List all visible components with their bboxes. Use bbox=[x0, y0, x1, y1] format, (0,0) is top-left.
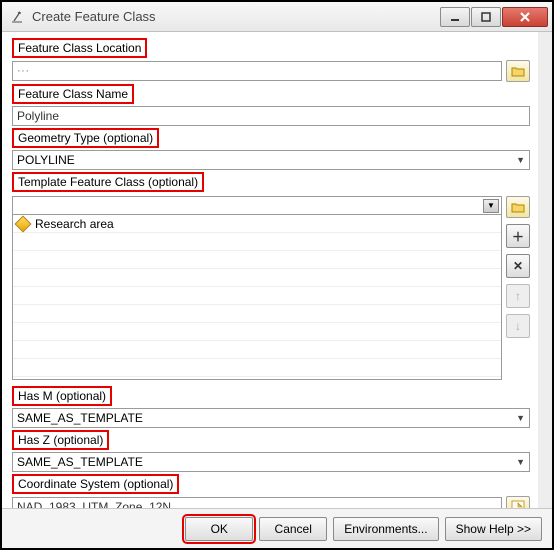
add-button[interactable]: ＋ bbox=[506, 224, 530, 248]
has-z-value: SAME_AS_TEMPLATE bbox=[17, 455, 143, 469]
arrow-down-icon: ↓ bbox=[515, 319, 521, 333]
browse-location-button[interactable] bbox=[506, 60, 530, 82]
label-has-z: Has Z (optional) bbox=[12, 430, 109, 450]
feature-class-icon bbox=[15, 215, 32, 232]
close-button[interactable] bbox=[502, 7, 548, 27]
has-m-select[interactable]: SAME_AS_TEMPLATE ▼ bbox=[12, 408, 530, 428]
move-down-button[interactable]: ↓ bbox=[506, 314, 530, 338]
window-title: Create Feature Class bbox=[32, 9, 439, 24]
geometry-value: POLYLINE bbox=[17, 153, 75, 167]
dialog-footer: OK Cancel Environments... Show Help >> bbox=[2, 508, 552, 548]
label-location: Feature Class Location bbox=[12, 38, 147, 58]
has-z-select[interactable]: SAME_AS_TEMPLATE ▼ bbox=[12, 452, 530, 472]
template-combo[interactable]: ▼ bbox=[13, 197, 501, 215]
maximize-button[interactable] bbox=[471, 7, 501, 27]
folder-icon bbox=[511, 65, 525, 77]
has-m-value: SAME_AS_TEMPLATE bbox=[17, 411, 143, 425]
list-item-label: Research area bbox=[35, 217, 114, 231]
chevron-down-icon: ▼ bbox=[483, 199, 499, 213]
ok-button[interactable]: OK bbox=[185, 517, 253, 541]
chevron-down-icon: ▼ bbox=[516, 155, 525, 165]
plus-icon: ＋ bbox=[512, 228, 524, 245]
x-icon: ✕ bbox=[513, 259, 523, 273]
label-template: Template Feature Class (optional) bbox=[12, 172, 204, 192]
label-coord: Coordinate System (optional) bbox=[12, 474, 179, 494]
remove-button[interactable]: ✕ bbox=[506, 254, 530, 278]
label-has-m: Has M (optional) bbox=[12, 386, 112, 406]
coord-input[interactable] bbox=[12, 497, 502, 508]
properties-icon bbox=[511, 500, 525, 508]
arrow-up-icon: ↑ bbox=[515, 289, 521, 303]
geometry-select[interactable]: POLYLINE ▼ bbox=[12, 150, 530, 170]
environments-button[interactable]: Environments... bbox=[333, 517, 438, 541]
chevron-down-icon: ▼ bbox=[516, 413, 525, 423]
label-geometry: Geometry Type (optional) bbox=[12, 128, 159, 148]
list-item[interactable]: Research area bbox=[13, 215, 501, 233]
location-input[interactable] bbox=[12, 61, 502, 81]
move-up-button[interactable]: ↑ bbox=[506, 284, 530, 308]
coord-properties-button[interactable] bbox=[506, 496, 530, 508]
show-help-button[interactable]: Show Help >> bbox=[445, 517, 542, 541]
label-name: Feature Class Name bbox=[12, 84, 134, 104]
template-list[interactable]: Research area .. .. .. .. bbox=[13, 215, 501, 379]
dialog-body: Feature Class Location Feature Class Nam… bbox=[2, 32, 552, 508]
name-input[interactable] bbox=[12, 106, 530, 126]
app-icon bbox=[10, 9, 26, 25]
titlebar: Create Feature Class bbox=[2, 2, 552, 32]
folder-icon bbox=[511, 201, 525, 213]
chevron-down-icon: ▼ bbox=[516, 457, 525, 467]
minimize-button[interactable] bbox=[440, 7, 470, 27]
browse-template-button[interactable] bbox=[506, 196, 530, 218]
cancel-button[interactable]: Cancel bbox=[259, 517, 327, 541]
